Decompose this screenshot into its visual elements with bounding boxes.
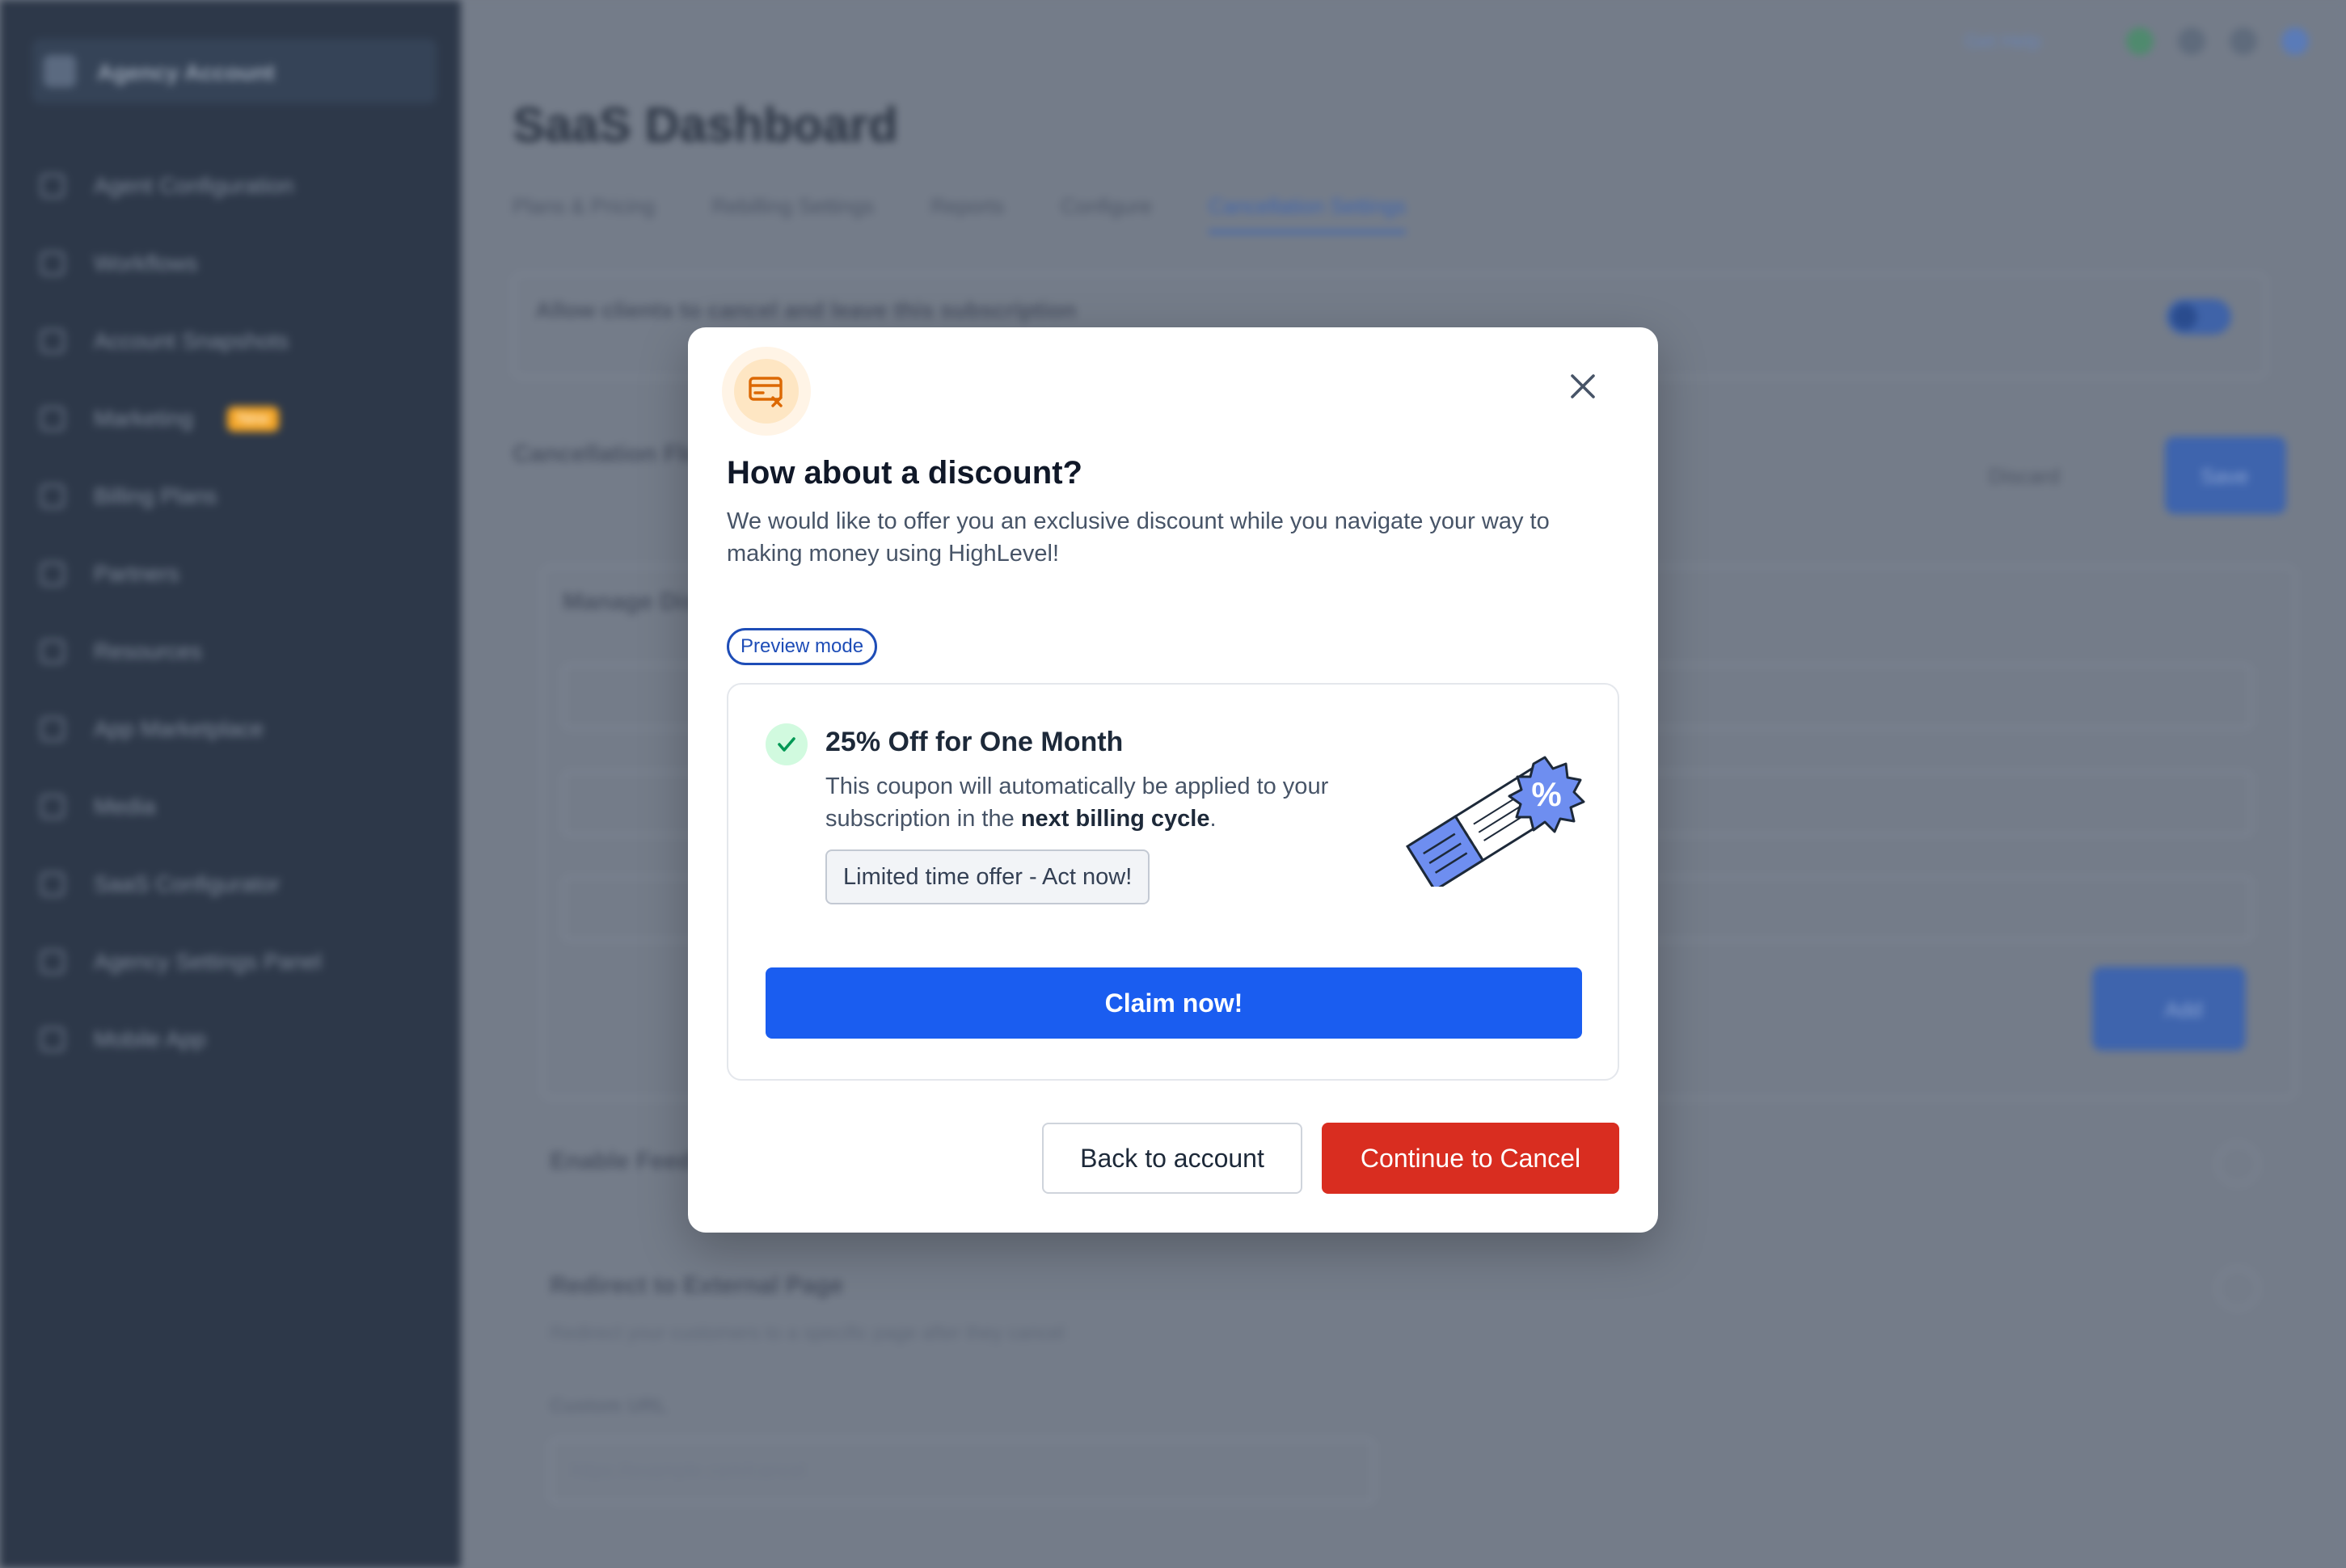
modal-icon-badge: [722, 347, 811, 436]
sidebar-item[interactable]: Workflows: [40, 243, 428, 284]
sidebar-item[interactable]: Agent Configuration: [40, 166, 428, 206]
sidebar-item-label: SaaS Configurator: [94, 871, 281, 896]
brand-name: Agency Account: [97, 60, 275, 85]
nav-icon: [40, 1027, 65, 1052]
tab-plans[interactable]: Plans & Pricing: [513, 194, 655, 234]
check-badge: [766, 723, 808, 765]
brand-logo: [44, 55, 76, 87]
offer-card: 25% Off for One Month This coupon will a…: [727, 683, 1619, 1081]
sidebar-item-label: Billing Plans: [94, 483, 217, 508]
nav-icon: [40, 950, 65, 974]
back-to-account-button[interactable]: Back to account: [1042, 1123, 1302, 1194]
tab-bar: Plans & Pricing Rebilling Settings Repor…: [513, 194, 1407, 234]
nav-icon: [40, 717, 65, 741]
close-button[interactable]: [1564, 368, 1601, 405]
phone-icon[interactable]: [2126, 27, 2154, 55]
nav-icon: [40, 872, 65, 896]
sidebar: Agency Account Agent Configuration Workf…: [0, 0, 461, 1568]
sidebar-item[interactable]: SaaS Configurator: [40, 864, 428, 904]
nav-icon: [40, 329, 65, 353]
sidebar-item[interactable]: Partners: [40, 554, 428, 594]
sidebar-item[interactable]: Resources: [40, 631, 428, 672]
sidebar-item[interactable]: Mobile App: [40, 1019, 428, 1060]
sidebar-item-label: Agent Configuration: [94, 173, 294, 198]
nav-icon: [40, 562, 65, 586]
modal-description: We would like to offer you an exclusive …: [727, 508, 1550, 567]
offer-description: This coupon will automatically be applie…: [825, 770, 1391, 835]
check-icon: [778, 737, 795, 752]
redirect-subtext: Redirect your customers to a specific pa…: [550, 1322, 1065, 1344]
page-title: SaaS Dashboard: [513, 98, 898, 152]
custom-url-input[interactable]: https://example.com/cancel: [550, 1439, 1374, 1503]
megaphone-icon[interactable]: [2178, 27, 2205, 55]
preview-mode-badge: Preview mode: [727, 628, 878, 665]
nav-icon: [40, 639, 65, 664]
save-button[interactable]: Save: [2165, 436, 2286, 514]
sidebar-item-label: Agency Settings Panel: [94, 949, 322, 974]
tab-configure[interactable]: Configure: [1061, 194, 1152, 234]
nav-icon: [40, 251, 65, 276]
discard-button[interactable]: Discard: [1981, 441, 2102, 511]
sidebar-item[interactable]: Agency Settings Panel: [40, 942, 428, 982]
help-link[interactable]: Get Help: [1964, 31, 2041, 53]
sidebar-item-label: Media: [94, 794, 156, 819]
sidebar-item[interactable]: App Marketplace: [40, 709, 428, 749]
nav-icon: [40, 174, 65, 198]
add-button[interactable]: Add: [2092, 967, 2246, 1051]
offer-desc-suffix: .: [1209, 806, 1217, 832]
sidebar-item-label: Marketing: [94, 406, 193, 431]
tab-rebilling[interactable]: Rebilling Settings: [711, 194, 874, 234]
tab-cancellation[interactable]: Cancellation Settings: [1208, 194, 1407, 234]
sidebar-item[interactable]: Marketing New: [40, 398, 428, 439]
brand-switcher[interactable]: Agency Account: [32, 39, 437, 103]
sidebar-item-label: Account Snapshots: [94, 328, 289, 353]
sidebar-item-label: App Marketplace: [94, 716, 264, 741]
allow-cancel-toggle[interactable]: [2167, 299, 2231, 335]
offer-desc-bold: next billing cycle: [1020, 806, 1210, 832]
modal-icon-inner: [734, 359, 799, 424]
continue-to-cancel-button[interactable]: Continue to Cancel: [1322, 1123, 1619, 1194]
limited-offer-tag: Limited time offer - Act now!: [825, 849, 1150, 904]
credit-card-x-icon: [749, 377, 783, 407]
redirect-heading: Redirect to External Page: [550, 1272, 844, 1299]
nav-icon: [40, 407, 65, 431]
sidebar-item-label: Mobile App: [94, 1026, 206, 1052]
discount-modal: How about a discount? We would like to o…: [688, 327, 1658, 1233]
claim-now-button[interactable]: Claim now!: [766, 967, 1582, 1039]
toggle-card-text: Allow clients to cancel and leave this s…: [535, 297, 1077, 322]
sidebar-item-label: Workflows: [94, 251, 198, 276]
tab-reports[interactable]: Reports: [930, 194, 1004, 234]
custom-url-label: Custom URL: [550, 1395, 668, 1417]
sidebar-item-label: Partners: [94, 561, 179, 586]
sidebar-item[interactable]: Media: [40, 786, 428, 827]
chevron-down-icon[interactable]: [2217, 1267, 2259, 1309]
offer-title: 25% Off for One Month: [825, 727, 1124, 757]
svg-text:%: %: [1531, 775, 1561, 813]
modal-title: How about a discount?: [727, 455, 1082, 491]
sidebar-item[interactable]: Account Snapshots: [40, 321, 428, 361]
nav-icon: [40, 484, 65, 508]
help-icon[interactable]: [2230, 27, 2257, 55]
sidebar-item[interactable]: Billing Plans: [40, 476, 428, 516]
sidebar-item-label: Resources: [94, 639, 202, 664]
close-icon: [1571, 374, 1595, 398]
avatar[interactable]: [2281, 27, 2309, 55]
coupon-illustration: %: [1405, 756, 1585, 887]
chevron-down-icon[interactable]: [2217, 1143, 2259, 1185]
new-badge: New: [226, 406, 279, 432]
nav-icon: [40, 795, 65, 819]
